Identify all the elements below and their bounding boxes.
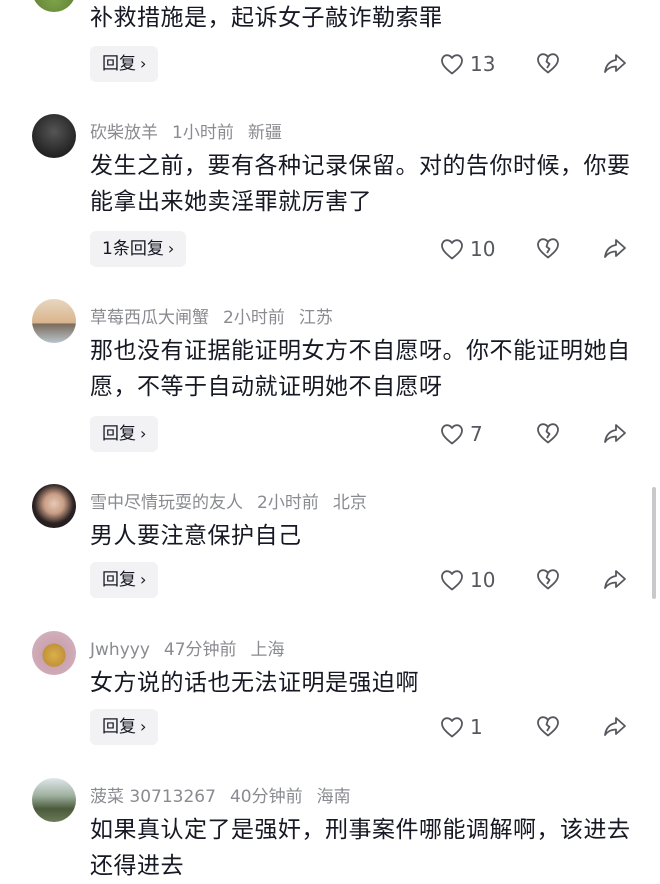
broken-heart-icon: [537, 423, 559, 444]
like-count: 10: [470, 568, 496, 592]
comment-meta: 砍柴放羊 1小时前 新疆: [90, 118, 296, 143]
reply-button-label: 回复: [102, 54, 136, 74]
heart-outline-icon: [441, 424, 463, 445]
reply-button-label: 1条回复: [102, 239, 164, 259]
share-button[interactable]: [603, 422, 627, 444]
share-button[interactable]: [603, 52, 627, 74]
comment-text: 男人要注意保护自己: [90, 523, 302, 549]
reply-button[interactable]: 回复 ›: [90, 709, 159, 745]
username[interactable]: 草莓西瓜大闸蟹: [90, 308, 209, 328]
reply-button[interactable]: 回复 ›: [90, 46, 159, 82]
avatar[interactable]: [32, 631, 76, 675]
share-button[interactable]: [603, 237, 627, 259]
comment-text: 如果真认定了是强奸，刑事案件哪能调解啊，该进去还得进去: [90, 817, 631, 879]
dislike-button[interactable]: [536, 422, 560, 444]
heart-outline-icon: [441, 239, 463, 260]
username[interactable]: 砍柴放羊: [90, 123, 158, 143]
username[interactable]: Jwhyyy: [90, 640, 150, 660]
like-button[interactable]: 10: [440, 237, 495, 261]
location: 北京: [332, 493, 367, 513]
comment-text: 发生之前，要有各种记录保留。对的告你时候，你要能拿出来她卖淫罪就厉害了: [90, 153, 631, 215]
username[interactable]: 菠菜 30713267: [90, 787, 216, 807]
like-button[interactable]: 1: [440, 715, 483, 739]
heart-outline-icon: [441, 717, 463, 738]
broken-heart-icon: [537, 716, 559, 737]
timestamp: 2小时前: [223, 308, 285, 328]
broken-heart-icon: [537, 53, 559, 74]
broken-heart-icon: [537, 238, 559, 259]
chevron-right-icon: ›: [140, 424, 147, 443]
share-arrow-icon: [604, 239, 626, 258]
share-arrow-icon: [604, 570, 626, 589]
username[interactable]: 雪中尽情玩耍的友人: [90, 493, 243, 513]
like-button[interactable]: 13: [440, 52, 495, 76]
comment-meta: 菠菜 30713267 40分钟前 海南: [90, 782, 365, 807]
reply-button-label: 回复: [102, 717, 136, 737]
dislike-button[interactable]: [536, 237, 560, 259]
like-count: 10: [470, 237, 496, 261]
avatar[interactable]: [32, 484, 76, 528]
share-arrow-icon: [604, 424, 626, 443]
like-count: 7: [470, 422, 483, 446]
location: 新疆: [247, 123, 282, 143]
avatar[interactable]: [32, 0, 76, 12]
reply-button[interactable]: 回复 ›: [90, 416, 159, 452]
chevron-right-icon: ›: [140, 570, 147, 589]
reply-button[interactable]: 1条回复 ›: [90, 231, 187, 267]
share-button[interactable]: [603, 568, 627, 590]
share-arrow-icon: [604, 717, 626, 736]
location: 江苏: [298, 308, 333, 328]
chevron-right-icon: ›: [140, 717, 147, 736]
like-count: 13: [470, 52, 496, 76]
chevron-right-icon: ›: [167, 239, 175, 258]
reply-button-label: 回复: [102, 424, 136, 444]
dislike-button[interactable]: [536, 52, 560, 74]
comment-text: 补救措施是，起诉女子敲诈勒索罪: [90, 5, 443, 31]
timestamp: 1小时前: [172, 123, 234, 143]
broken-heart-icon: [537, 569, 559, 590]
share-button[interactable]: [603, 715, 627, 737]
timestamp: 47分钟前: [163, 640, 237, 660]
avatar[interactable]: [32, 114, 76, 158]
reply-button[interactable]: 回复 ›: [90, 562, 159, 598]
avatar[interactable]: [32, 299, 76, 343]
comment-meta: 雪中尽情玩耍的友人 2小时前 北京: [90, 488, 381, 513]
timestamp: 2小时前: [257, 493, 319, 513]
like-button[interactable]: 10: [440, 568, 495, 592]
scrollbar[interactable]: [652, 487, 656, 599]
heart-outline-icon: [441, 54, 463, 75]
dislike-button[interactable]: [536, 715, 560, 737]
chevron-right-icon: ›: [140, 54, 147, 73]
comment-meta: Jwhyyy 47分钟前 上海: [90, 635, 299, 660]
timestamp: 40分钟前: [229, 787, 303, 807]
like-count: 1: [470, 715, 483, 739]
like-button[interactable]: 7: [440, 422, 483, 446]
dislike-button[interactable]: [536, 568, 560, 590]
avatar[interactable]: [32, 778, 76, 822]
share-arrow-icon: [604, 54, 626, 73]
comment-text: 女方说的话也无法证明是强迫啊: [90, 670, 419, 696]
comment-text: 那也没有证据能证明女方不自愿呀。你不能证明她自愿，不等于自动就证明她不自愿呀: [90, 338, 631, 400]
location: 上海: [250, 640, 285, 660]
heart-outline-icon: [441, 570, 463, 591]
reply-button-label: 回复: [102, 570, 136, 590]
location: 海南: [316, 787, 351, 807]
comment-meta: 草莓西瓜大闸蟹 2小时前 江苏: [90, 303, 347, 328]
